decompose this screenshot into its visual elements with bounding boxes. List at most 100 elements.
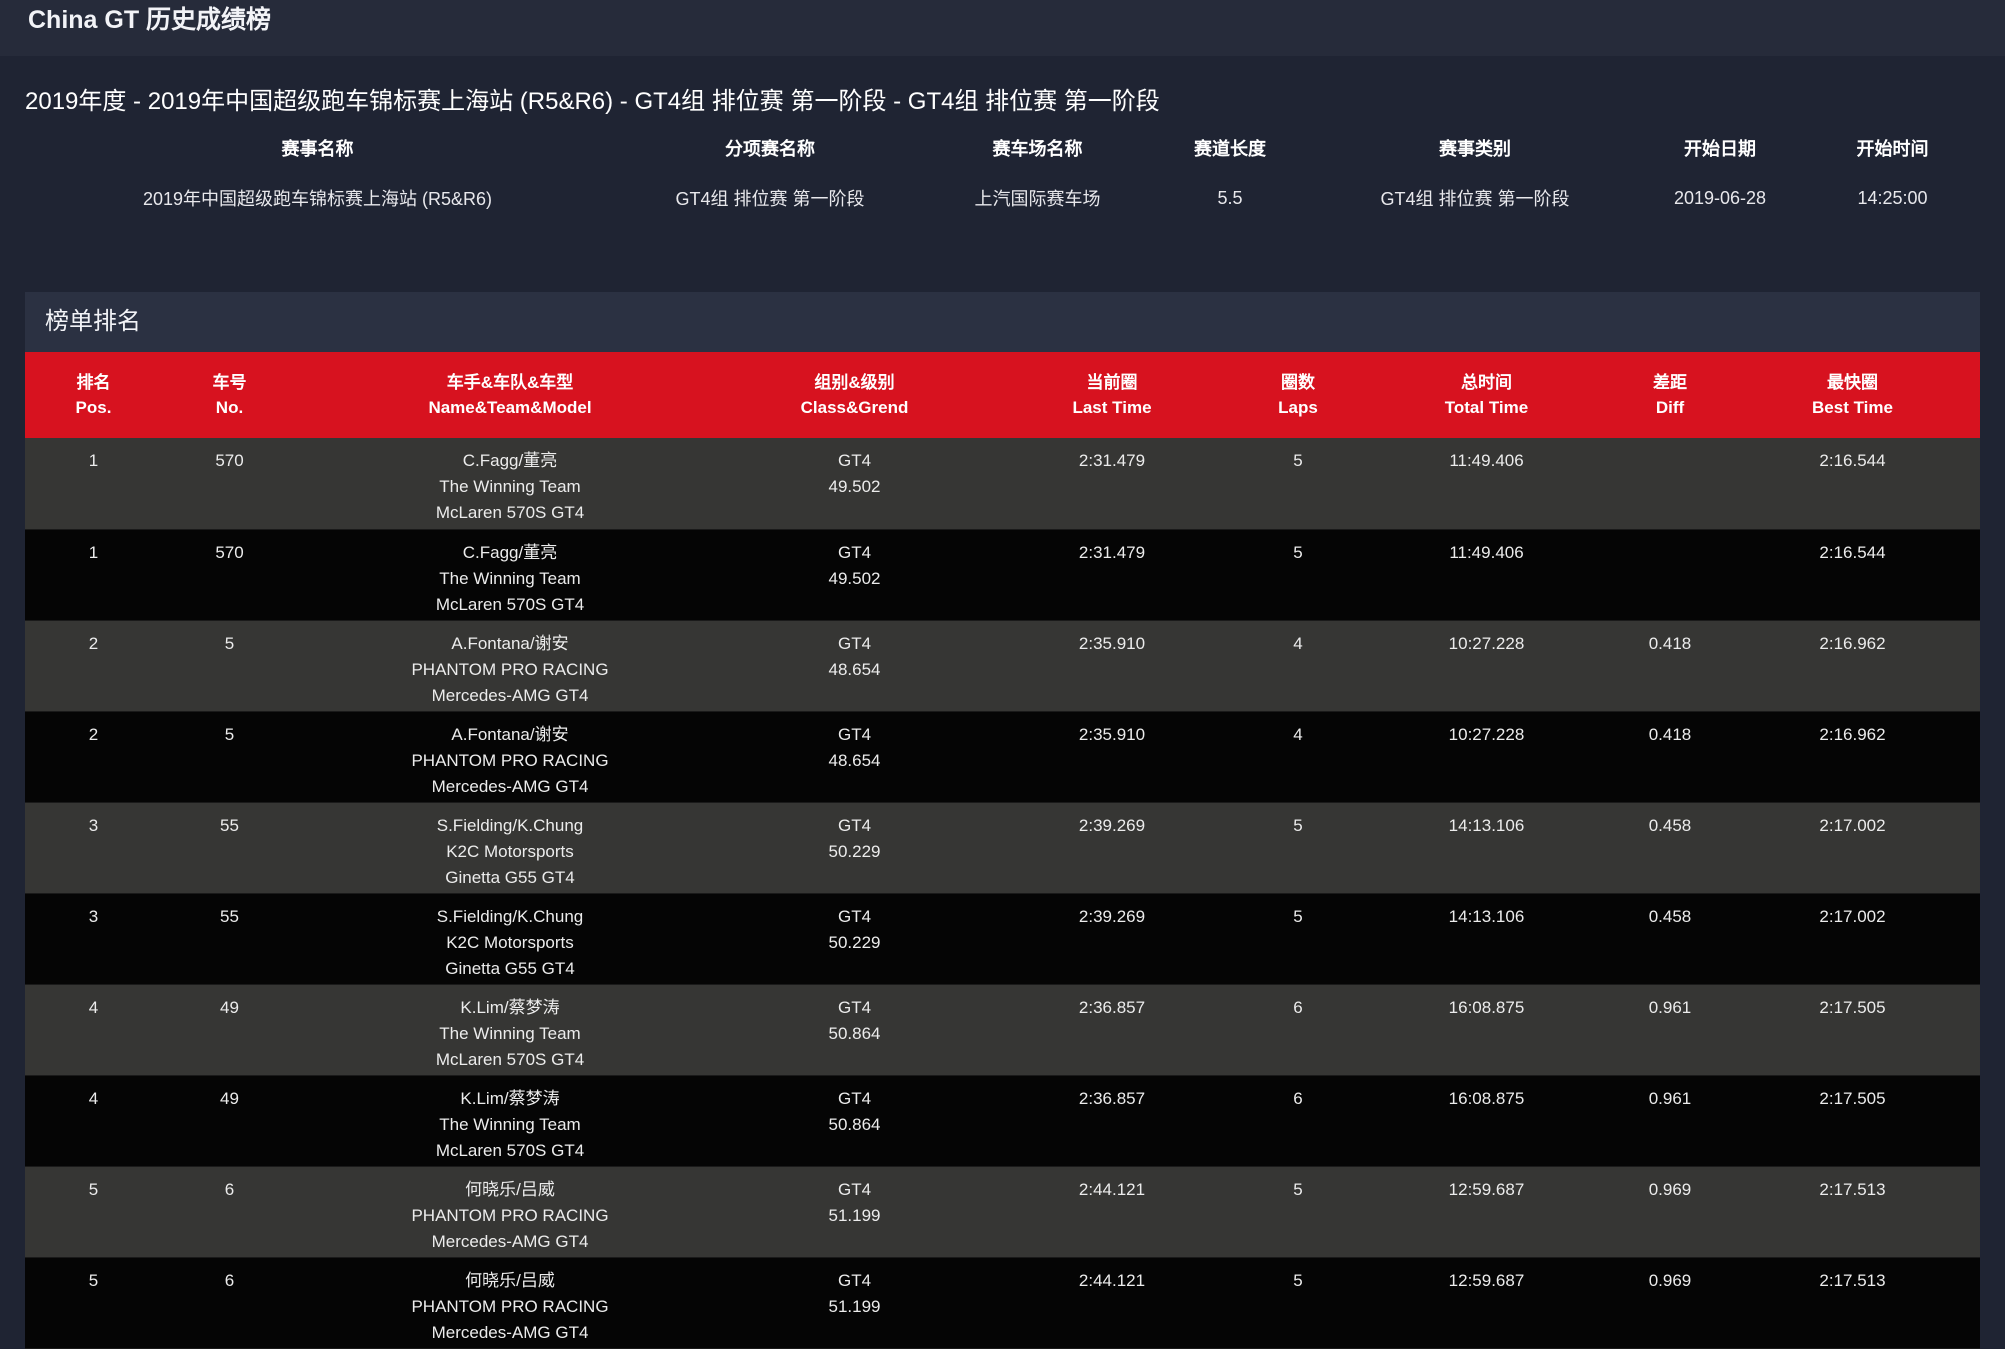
cell-grade: 50.864 <box>828 1023 881 1043</box>
cell-driver: C.Fagg/董亮 <box>462 542 558 562</box>
cell-team: The Winning Team <box>439 477 581 496</box>
cell-driver: A.Fontana/谢安 <box>451 633 569 653</box>
ranking-body: 1 570 C.Fagg/董亮 The Winning Team McLaren 570… <box>25 438 1980 1348</box>
cell-cls: GT4 <box>837 1179 872 1199</box>
cell-diff: 0.418 <box>1648 724 1692 744</box>
column-header-diff[interactable]: 差距 Diff <box>1615 352 1725 438</box>
cell-team: The Winning Team <box>439 1023 581 1043</box>
app-title: China GT 历史成绩榜 <box>28 6 272 34</box>
cell-model: Mercedes-AMG GT4 <box>431 1322 589 1342</box>
cell-last: 2:36.857 <box>1078 1088 1146 1108</box>
cell-no: 49 <box>162 1075 297 1166</box>
info-header: 赛道长度 <box>1194 139 1266 159</box>
cell-no: 5 <box>162 620 297 711</box>
cell-team: The Winning Team <box>439 1114 581 1134</box>
column-header-no[interactable]: 车号 No. <box>162 352 297 438</box>
table-row[interactable]: 2 5 A.Fontana/谢安 PHANTOM PRO RACING Mercedes… <box>25 711 1980 802</box>
cell-cls: GT4 <box>837 1088 872 1108</box>
table-row[interactable]: 3 55 S.Fielding/K.Chung K2C Motorsports Gine… <box>25 802 1980 893</box>
cell-laps: 4 <box>1293 724 1303 744</box>
table-row[interactable]: 5 6 何晓乐/吕威 PHANTOM PRO RACING Mercedes-AMG G… <box>25 1166 1980 1257</box>
column-header-total-time[interactable]: 总时间 Total Time <box>1358 352 1615 438</box>
cell-name: A.Fontana/谢安 PHANTOM PRO RACING Mercedes-A… <box>297 620 723 711</box>
cell-driver: 何晓乐/吕威 <box>465 1179 555 1199</box>
cell-name: 何晓乐/吕威 PHANTOM PRO RACING Mercedes-AMG GT4 <box>297 1166 723 1257</box>
cell-no: 6 <box>224 1270 235 1290</box>
cell-model: McLaren 570S GT4 <box>435 1140 585 1160</box>
cell-cls: GT4 <box>837 633 872 653</box>
cell-driver: A.Fontana/谢安 <box>451 724 569 744</box>
table-row[interactable]: 1 570 C.Fagg/董亮 The Winning Team McLaren 570… <box>25 529 1980 620</box>
cell-total-time: 12:59.687 <box>1358 1257 1615 1348</box>
column-header-laps[interactable]: 圈数 Laps <box>1238 352 1358 438</box>
cell-diff: 0.418 <box>1615 620 1725 711</box>
cell-last-time: 2:31.479 <box>986 529 1238 620</box>
cell-last-time: 2:39.269 <box>986 893 1238 984</box>
cell-laps: 5 <box>1293 451 1303 470</box>
cell-pos: 4 <box>25 984 162 1075</box>
cell-diff: 0.969 <box>1648 1179 1692 1199</box>
cell-no: 570 <box>215 451 244 470</box>
cell-diff: 0.969 <box>1615 1166 1725 1257</box>
race-info-header-row: 赛事名称 分项赛名称 赛车场名称 赛道长度 赛事类别 开始日期 开始时间 <box>25 122 1980 174</box>
cell-last-time: 2:36.857 <box>986 984 1238 1075</box>
cell-total: 14:13.106 <box>1448 815 1525 835</box>
cell-total-time: 16:08.875 <box>1358 984 1615 1075</box>
cell-laps: 5 <box>1238 529 1358 620</box>
table-row[interactable]: 1 570 C.Fagg/董亮 The Winning Team McLaren 570… <box>25 438 1980 529</box>
cell-diff: 0.418 <box>1615 711 1725 802</box>
cell-last: 2:35.910 <box>1078 633 1146 653</box>
column-header-class[interactable]: 组别&级别 Class&Grend <box>723 352 986 438</box>
cell-no: 570 <box>162 529 297 620</box>
cell-best-time: 2:16.962 <box>1725 711 1980 802</box>
cell-last: 2:44.121 <box>1078 1270 1146 1290</box>
table-row[interactable]: 2 5 A.Fontana/谢安 PHANTOM PRO RACING Mercedes… <box>25 620 1980 711</box>
cell-total: 14:13.106 <box>1448 906 1525 926</box>
cell-no: 55 <box>162 893 297 984</box>
track-length: 5.5 <box>1217 187 1243 208</box>
ranking-table: 排名 Pos. 车号 No. 车手&车队&车型 Name&Team&Model 组别&… <box>25 352 1980 1349</box>
cell-model: Ginetta G55 GT4 <box>445 867 575 887</box>
cell-diff: 0.458 <box>1615 802 1725 893</box>
cell-best-time: 2:16.962 <box>1725 620 1980 711</box>
cell-laps: 4 <box>1293 633 1303 653</box>
cell-best: 2:17.505 <box>1819 997 1886 1017</box>
column-header-best-time[interactable]: 最快圈 Best Time <box>1725 352 1980 438</box>
column-header-name[interactable]: 车手&车队&车型 Name&Team&Model <box>297 352 723 438</box>
cell-grade: 50.229 <box>828 932 881 952</box>
cell-name: C.Fagg/董亮 The Winning Team McLaren 570S GT… <box>297 438 723 529</box>
cell-best-time: 2:17.505 <box>1725 984 1980 1075</box>
cell-no: 55 <box>162 802 297 893</box>
cell-diff: 0.458 <box>1615 893 1725 984</box>
cell-total: 16:08.875 <box>1448 997 1525 1017</box>
cell-laps: 5 <box>1293 815 1303 835</box>
cell-no: 6 <box>224 1179 235 1199</box>
info-header: 赛车场名称 <box>992 139 1083 159</box>
table-row[interactable]: 5 6 何晓乐/吕威 PHANTOM PRO RACING Mercedes-AMG G… <box>25 1257 1980 1348</box>
cell-no: 5 <box>224 633 235 653</box>
cell-laps: 6 <box>1238 984 1358 1075</box>
cell-diff: 0.969 <box>1648 1270 1692 1290</box>
cell-laps: 4 <box>1238 711 1358 802</box>
cell-driver: K.Lim/蔡梦涛 <box>460 1088 560 1108</box>
cell-team: PHANTOM PRO RACING <box>411 659 609 679</box>
cell-no: 55 <box>220 906 239 926</box>
table-row[interactable]: 4 49 K.Lim/蔡梦涛 The Winning Team McLaren 570S… <box>25 984 1980 1075</box>
cell-laps: 5 <box>1293 906 1303 926</box>
cell-cls: GT4 <box>837 451 872 470</box>
cell-pos: 4 <box>88 997 99 1017</box>
column-header-pos[interactable]: 排名 Pos. <box>25 352 162 438</box>
cell-diff: 0.961 <box>1615 984 1725 1075</box>
cell-total-time: 16:08.875 <box>1358 1075 1615 1166</box>
cell-best: 2:16.544 <box>1819 542 1886 562</box>
table-row[interactable]: 4 49 K.Lim/蔡梦涛 The Winning Team McLaren 570S… <box>25 1075 1980 1166</box>
cell-pos: 1 <box>88 542 99 562</box>
cell-laps: 6 <box>1293 1088 1303 1108</box>
cell-best: 2:17.002 <box>1819 815 1886 835</box>
cell-model: Ginetta G55 GT4 <box>445 958 575 978</box>
table-row[interactable]: 3 55 S.Fielding/K.Chung K2C Motorsports Gine… <box>25 893 1980 984</box>
circuit-name: 上汽国际赛车场 <box>974 189 1101 209</box>
race-info-table: 赛事名称 分项赛名称 赛车场名称 赛道长度 赛事类别 开始日期 开始时间 201… <box>25 122 1980 222</box>
column-header-last-time[interactable]: 当前圈 Last Time <box>986 352 1238 438</box>
event-name: 2019年中国超级跑车锦标赛上海站 (R5&R6) <box>142 189 493 209</box>
